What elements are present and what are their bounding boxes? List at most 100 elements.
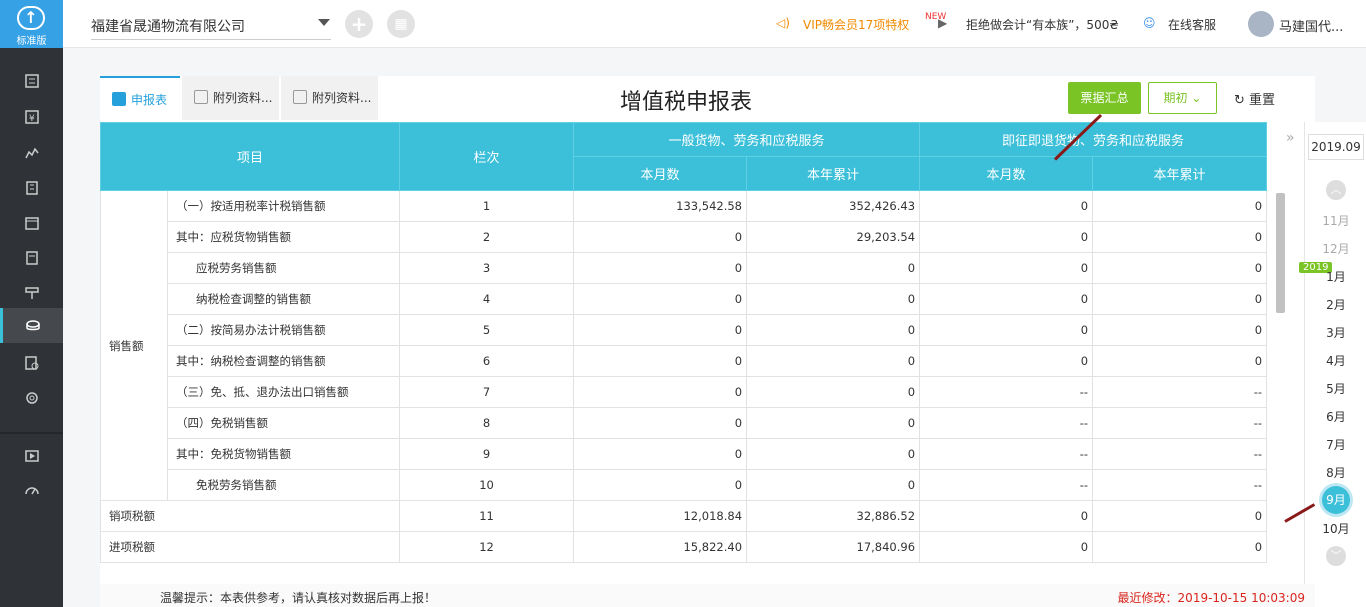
cell-ry[interactable]: 0 bbox=[1092, 221, 1268, 253]
app-logo[interactable]: ↑ 标准版 bbox=[0, 0, 63, 48]
cell-gm[interactable]: 133,542.58 bbox=[573, 190, 748, 222]
cell-ry[interactable]: -- bbox=[1092, 469, 1268, 501]
month-item[interactable]: 5月 bbox=[1305, 380, 1366, 397]
cell-rm[interactable]: 0 bbox=[919, 345, 1094, 377]
cell-ry[interactable]: 0 bbox=[1092, 345, 1268, 377]
cell-gm[interactable]: 0 bbox=[573, 469, 748, 501]
table-body: 销售额 （一）按适用税率计税销售额 1 133,542.58 352,426.43 0 0 其… bbox=[99, 190, 1268, 563]
cell-rm[interactable]: 0 bbox=[919, 314, 1094, 346]
cell-rm[interactable]: 0 bbox=[919, 221, 1094, 253]
main-content: 申报表 附列资料... 附列资料... 增值税申报表 票据汇总 期初 ⌄ ↻ 重… bbox=[63, 48, 1366, 607]
sidebar-speed-icon[interactable] bbox=[0, 472, 63, 507]
promo-link[interactable]: 拒绝做会计“有本族”，500₴ bbox=[966, 16, 1119, 33]
tab-attachment-1[interactable]: 附列资料... bbox=[182, 76, 279, 120]
cell-rm[interactable]: 0 bbox=[919, 190, 1094, 222]
chevron-down-icon[interactable]: ﹀ bbox=[1326, 546, 1346, 566]
cell-gm[interactable]: 0 bbox=[573, 345, 748, 377]
tab-attachment-2[interactable]: 附列资料... bbox=[281, 76, 378, 120]
cell-rm[interactable]: 0 bbox=[919, 283, 1094, 315]
avatar[interactable] bbox=[1248, 11, 1274, 37]
cell-ry[interactable]: -- bbox=[1092, 407, 1268, 439]
month-item[interactable]: 8月 bbox=[1305, 464, 1366, 481]
sidebar-tax-icon[interactable] bbox=[0, 275, 63, 310]
month-item[interactable]: 6月 bbox=[1305, 408, 1366, 425]
cell-gy[interactable]: 0 bbox=[746, 252, 921, 284]
sidebar-ledger-icon[interactable]: ¥ bbox=[0, 99, 63, 134]
cell-ry[interactable]: 0 bbox=[1092, 531, 1268, 563]
cell-gm[interactable]: 0 bbox=[573, 407, 748, 439]
month-item[interactable]: 9月 bbox=[1322, 486, 1350, 514]
sidebar-report-icon[interactable] bbox=[0, 240, 63, 275]
cell-gy[interactable]: 352,426.43 bbox=[746, 190, 921, 222]
opening-period-button[interactable]: 期初 ⌄ bbox=[1148, 82, 1217, 114]
tab-label: 申报表 bbox=[131, 93, 168, 107]
cell-ry[interactable]: -- bbox=[1092, 376, 1268, 408]
cell-ry[interactable]: 0 bbox=[1092, 314, 1268, 346]
table-row: （四）免税销售额 8 0 0 -- -- bbox=[101, 407, 1268, 439]
cell-gm[interactable]: 0 bbox=[573, 283, 748, 315]
chevron-down-icon[interactable] bbox=[318, 19, 330, 26]
tab-declaration[interactable]: 申报表 bbox=[100, 76, 180, 120]
company-selector[interactable]: 福建省晟通物流有限公司 bbox=[91, 16, 331, 40]
vip-link[interactable]: VIP畅会员17项特权 bbox=[803, 16, 909, 33]
sidebar-chart-icon[interactable] bbox=[0, 135, 63, 170]
summary-button[interactable]: 票据汇总 bbox=[1068, 82, 1141, 114]
table-row: 销售额 （一）按适用税率计税销售额 1 133,542.58 352,426.43 0 0 bbox=[100, 190, 1268, 501]
cell-rm[interactable]: 0 bbox=[919, 531, 1094, 563]
month-item[interactable]: 4月 bbox=[1305, 352, 1366, 369]
sidebar-search-doc-icon[interactable] bbox=[0, 345, 63, 380]
cell-gy[interactable]: 0 bbox=[746, 407, 921, 439]
month-item[interactable]: 1月 bbox=[1305, 268, 1366, 285]
cell-rm[interactable]: 0 bbox=[919, 500, 1094, 532]
cell-gy[interactable]: 0 bbox=[746, 314, 921, 346]
month-item[interactable]: 12月 bbox=[1305, 240, 1366, 257]
header-general-month: 本月数 bbox=[573, 156, 748, 191]
month-item[interactable]: 11月 bbox=[1305, 212, 1366, 229]
sidebar-declare-icon[interactable] bbox=[0, 308, 63, 343]
sidebar-settings-icon[interactable] bbox=[0, 380, 63, 415]
sidebar-building-icon[interactable] bbox=[0, 170, 63, 205]
cell-ry[interactable]: -- bbox=[1092, 438, 1268, 470]
collapse-panel-icon[interactable]: » bbox=[1286, 130, 1295, 146]
month-item[interactable]: 7月 bbox=[1305, 436, 1366, 453]
cell-rm[interactable]: -- bbox=[919, 376, 1094, 408]
cell-rm[interactable]: -- bbox=[919, 407, 1094, 439]
last-modified: 最近修改：2019-10-15 10:03:09 bbox=[1117, 591, 1305, 605]
cell-gy[interactable]: 0 bbox=[746, 283, 921, 315]
vertical-scrollbar[interactable] bbox=[1276, 193, 1285, 313]
cell-gy[interactable]: 29,203.54 bbox=[746, 221, 921, 253]
cell-gm[interactable]: 0 bbox=[573, 314, 748, 346]
cell-rm[interactable]: -- bbox=[919, 469, 1094, 501]
service-link[interactable]: 在线客服 bbox=[1168, 16, 1216, 33]
cell-ry[interactable]: 0 bbox=[1092, 252, 1268, 284]
cell-ry[interactable]: 0 bbox=[1092, 283, 1268, 315]
cell-gy[interactable]: 0 bbox=[746, 345, 921, 377]
sidebar-video-icon[interactable] bbox=[0, 438, 63, 473]
cell-gm[interactable]: 0 bbox=[573, 252, 748, 284]
month-item[interactable]: 3月 bbox=[1305, 324, 1366, 341]
month-item[interactable]: 2月 bbox=[1305, 296, 1366, 313]
cell-gm[interactable]: 0 bbox=[573, 221, 748, 253]
cell-gy[interactable]: 0 bbox=[746, 438, 921, 470]
cell-gm[interactable]: 0 bbox=[573, 438, 748, 470]
cell-ry[interactable]: 0 bbox=[1092, 190, 1268, 222]
reset-button[interactable]: ↻ 重置 bbox=[1234, 89, 1275, 108]
chevron-up-icon[interactable]: ︿ bbox=[1326, 180, 1346, 200]
month-item[interactable]: 10月 bbox=[1305, 520, 1366, 537]
sidebar-calendar-icon[interactable] bbox=[0, 205, 63, 240]
cell-gm[interactable]: 15,822.40 bbox=[573, 531, 748, 563]
sidebar-voucher-icon[interactable] bbox=[0, 63, 63, 98]
add-icon[interactable]: + bbox=[345, 10, 373, 38]
cell-rm[interactable]: 0 bbox=[919, 252, 1094, 284]
cell-gy[interactable]: 0 bbox=[746, 469, 921, 501]
cell-gm[interactable]: 12,018.84 bbox=[573, 500, 748, 532]
cell-gy[interactable]: 17,840.96 bbox=[746, 531, 921, 563]
apps-grid-icon[interactable]: ▦ bbox=[387, 10, 415, 38]
cell-gy[interactable]: 0 bbox=[746, 376, 921, 408]
cell-ry[interactable]: 0 bbox=[1092, 500, 1268, 532]
user-name[interactable]: 马建国代... bbox=[1279, 16, 1343, 35]
row-item: 应税劳务销售额 bbox=[166, 252, 401, 284]
cell-gy[interactable]: 32,886.52 bbox=[746, 500, 921, 532]
cell-gm[interactable]: 0 bbox=[573, 376, 748, 408]
cell-rm[interactable]: -- bbox=[919, 438, 1094, 470]
